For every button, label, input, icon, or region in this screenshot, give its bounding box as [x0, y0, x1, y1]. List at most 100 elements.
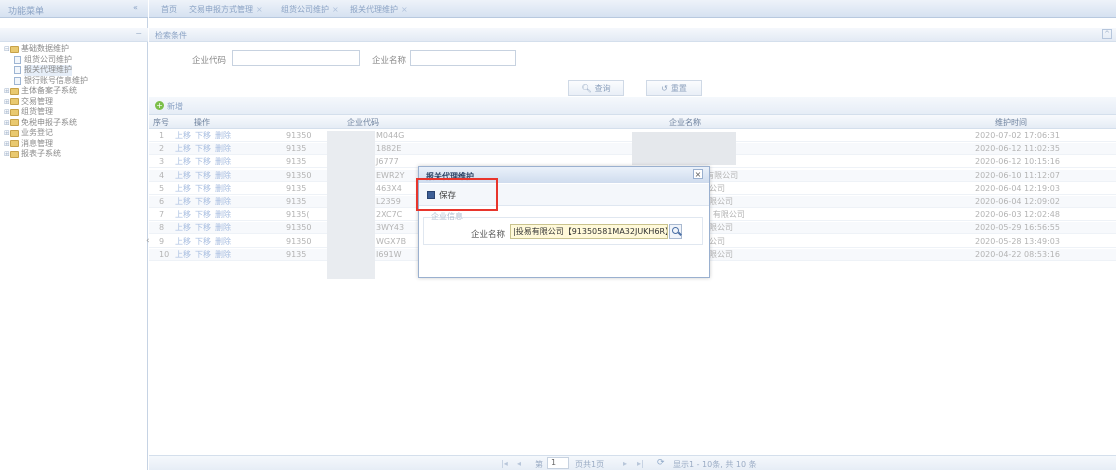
reset-icon: ↺ — [661, 83, 668, 93]
move-down-link[interactable]: 下移 — [195, 130, 211, 142]
next-page-icon[interactable]: ▸ — [623, 459, 627, 468]
add-button[interactable]: 新增 — [167, 101, 183, 112]
folder-icon — [10, 119, 19, 127]
row-number: 4 — [159, 170, 165, 180]
col-header-no[interactable]: 序号 — [153, 117, 169, 128]
code-prefix: 9135 — [286, 249, 307, 259]
code-suffix: WGX7B — [376, 236, 407, 246]
tree-item-bank-account[interactable]: 银行账号信息维护 — [4, 76, 144, 87]
delete-link[interactable]: 删除 — [215, 143, 231, 155]
tree-item-label: 免税申报子系统 — [21, 117, 77, 127]
sidebar-title: 功能菜单 — [8, 7, 45, 17]
refresh-icon[interactable]: ⟳ — [657, 458, 665, 468]
maintain-time: 2020-06-03 12:02:48 — [975, 210, 1060, 220]
move-down-link[interactable]: 下移 — [195, 222, 211, 234]
tree-item-consolidation-management[interactable]: ⊞ 组货管理 — [4, 107, 144, 118]
prev-page-icon[interactable]: ◂ — [517, 459, 521, 468]
first-page-icon[interactable]: |◂ — [501, 459, 508, 468]
close-tab-icon[interactable]: × — [256, 5, 263, 14]
tree-item-tax-free-declaration[interactable]: ⊞ 免税申报子系统 — [4, 118, 144, 129]
code-prefix: 9135 — [286, 144, 307, 154]
move-down-link[interactable]: 下移 — [195, 249, 211, 261]
move-up-link[interactable]: 上移 — [175, 143, 191, 155]
minus-icon[interactable]: − — [135, 29, 142, 38]
search-panel-header: 检索条件 ^ — [149, 28, 1116, 42]
delete-link[interactable]: 删除 — [215, 249, 231, 261]
folder-icon — [10, 140, 19, 148]
tab-bar: 首页 交易申报方式管理 × 组货公司维护 × 报关代理维护 × — [149, 0, 1116, 18]
code-prefix: 9135 — [286, 183, 307, 193]
grid-toolbar: + 新增 — [149, 97, 1116, 115]
move-down-link[interactable]: 下移 — [195, 183, 211, 195]
tree-item-basic-data[interactable]: ⊟ 基础数据维护 — [4, 44, 144, 55]
delete-link[interactable]: 删除 — [215, 196, 231, 208]
maintain-time: 2020-05-29 16:56:55 — [975, 223, 1060, 233]
enterprise-name-input[interactable] — [410, 50, 516, 66]
code-prefix: 91350 — [286, 223, 312, 233]
delete-link[interactable]: 删除 — [215, 156, 231, 168]
query-button[interactable]: 🔍︎ 查询 — [568, 80, 624, 96]
col-header-code[interactable]: 企业代码 — [347, 117, 379, 128]
row-number: 2 — [159, 144, 165, 154]
move-down-link[interactable]: 下移 — [195, 209, 211, 221]
delete-link[interactable]: 删除 — [215, 183, 231, 195]
tree-item-label: 组货公司维护 — [24, 54, 72, 64]
tree-item-business-registration[interactable]: ⊞ 业务登记 — [4, 128, 144, 139]
delete-link[interactable]: 删除 — [215, 209, 231, 221]
tab-label: 首页 — [161, 5, 177, 14]
move-up-link[interactable]: 上移 — [175, 236, 191, 248]
move-up-link[interactable]: 上移 — [175, 222, 191, 234]
tab-consolidation-company[interactable]: 组货公司维护 × — [281, 4, 339, 15]
tree-item-reports[interactable]: ⊞ 报表子系统 — [4, 149, 144, 160]
move-up-link[interactable]: 上移 — [175, 130, 191, 142]
tab-customs-agent[interactable]: 报关代理维护 × — [350, 4, 408, 15]
row-number: 10 — [159, 249, 170, 259]
move-up-link[interactable]: 上移 — [175, 209, 191, 221]
last-page-icon[interactable]: ▸| — [637, 459, 644, 468]
close-tab-icon[interactable]: × — [401, 5, 408, 14]
close-tab-icon[interactable]: × — [332, 5, 339, 14]
tree-item-label: 报关代理维护 — [24, 65, 72, 76]
col-header-action[interactable]: 操作 — [194, 117, 210, 128]
move-down-link[interactable]: 下移 — [195, 236, 211, 248]
reset-button[interactable]: ↺ 重置 — [646, 80, 702, 96]
tree-item-label: 组货管理 — [21, 107, 53, 116]
move-up-link[interactable]: 上移 — [175, 196, 191, 208]
dialog-enterprise-name-input[interactable]: |投易有限公司【91350581MA32JUKH6R】 — [510, 224, 668, 239]
tree-item-customs-agent[interactable]: 报关代理维护 — [4, 65, 144, 76]
code-suffix: 3WY43 — [376, 223, 405, 233]
move-up-link[interactable]: 上移 — [175, 170, 191, 182]
tab-trade-declaration[interactable]: 交易申报方式管理 × — [189, 4, 263, 15]
add-icon[interactable]: + — [155, 101, 164, 110]
tree-item-trade-management[interactable]: ⊞ 交易管理 — [4, 97, 144, 108]
page-number-input[interactable]: 1 — [547, 457, 569, 469]
folder-icon — [10, 87, 19, 95]
panel-collapse-icon[interactable]: ^ — [1102, 29, 1112, 39]
lookup-search-icon[interactable] — [669, 224, 682, 239]
close-icon[interactable]: × — [693, 169, 703, 179]
col-header-name[interactable]: 企业名称 — [669, 117, 701, 128]
tree-item-label: 业务登记 — [21, 128, 53, 137]
code-prefix: 9135 — [286, 197, 307, 206]
delete-link[interactable]: 删除 — [215, 222, 231, 234]
move-down-link[interactable]: 下移 — [195, 143, 211, 155]
tree-item-subject-filing[interactable]: ⊞ 主体备案子系统 — [4, 86, 144, 97]
row-number: 6 — [159, 197, 165, 206]
tab-home[interactable]: 首页 — [161, 4, 177, 15]
move-up-link[interactable]: 上移 — [175, 156, 191, 168]
folder-icon — [10, 129, 19, 137]
collapse-icon[interactable]: « — [133, 3, 138, 12]
tree-item-message-management[interactable]: ⊞ 消息管理 — [4, 139, 144, 150]
delete-link[interactable]: 删除 — [215, 170, 231, 182]
col-header-time[interactable]: 维护时间 — [995, 117, 1027, 128]
move-down-link[interactable]: 下移 — [195, 170, 211, 182]
delete-link[interactable]: 删除 — [215, 236, 231, 248]
move-up-link[interactable]: 上移 — [175, 183, 191, 195]
move-down-link[interactable]: 下移 — [195, 156, 211, 168]
tree-item-consolidation-company[interactable]: 组货公司维护 — [4, 55, 144, 66]
delete-link[interactable]: 删除 — [215, 130, 231, 142]
enterprise-code-input[interactable] — [232, 50, 360, 66]
code-suffix: I691W — [376, 249, 402, 259]
move-down-link[interactable]: 下移 — [195, 196, 211, 208]
move-up-link[interactable]: 上移 — [175, 249, 191, 261]
